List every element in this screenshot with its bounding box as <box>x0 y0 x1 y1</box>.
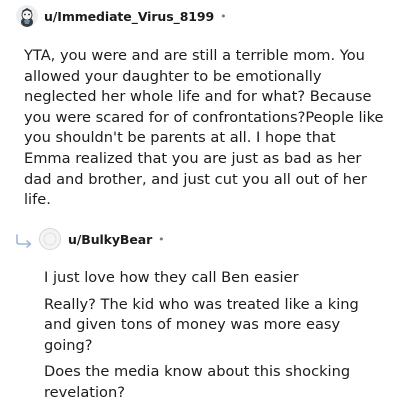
comment-paragraph: Does the media know about this shocking … <box>44 363 351 401</box>
separator-dot: • <box>220 9 227 23</box>
default-avatar-icon[interactable] <box>39 228 61 250</box>
reply-comment-body: I just love how they call Ben easier Rea… <box>44 268 389 407</box>
separator-dot: • <box>158 232 165 246</box>
comment-thread: u/Immediate_Virus_8199 • YTA, you were a… <box>0 0 400 407</box>
comment-username[interactable]: u/Immediate_Virus_8199 <box>44 9 214 24</box>
reply-arrow-icon <box>14 233 34 249</box>
snoo-avatar-icon[interactable] <box>16 5 38 27</box>
comment-username[interactable]: u/BulkyBear <box>68 232 152 247</box>
comment-header: u/Immediate_Virus_8199 • <box>16 5 227 27</box>
comment-paragraph: I just love how they call Ben easier <box>44 269 299 286</box>
comment-body: YTA, you were and are still a terrible m… <box>24 47 384 209</box>
comment-paragraph: Really? The kid who was treated like a k… <box>44 295 359 354</box>
reply-comment-header: u/BulkyBear • <box>14 228 165 250</box>
